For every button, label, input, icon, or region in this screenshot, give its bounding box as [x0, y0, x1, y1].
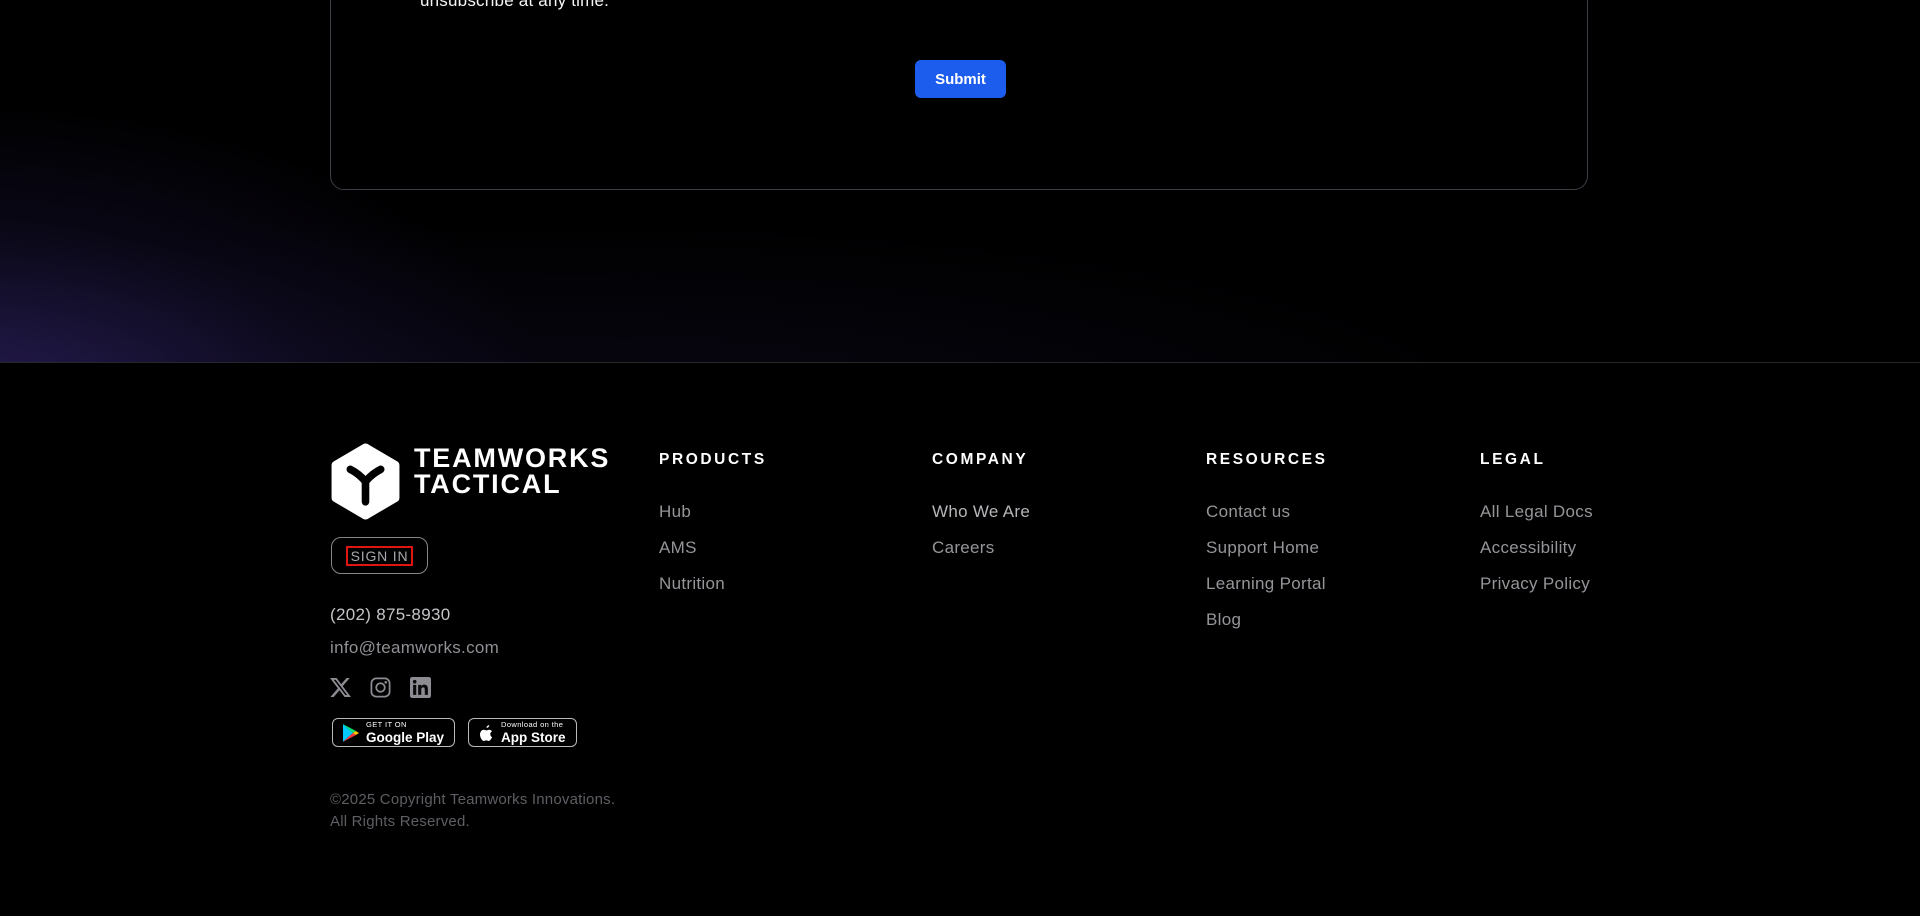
- column-links: Contact us Support Home Learning Portal Blo…: [1206, 503, 1328, 628]
- page: unsubscribe at any time. Submit TEAMWORK…: [0, 0, 1920, 916]
- app-store-badge[interactable]: Download on the App Store: [468, 718, 577, 747]
- submit-button[interactable]: Submit: [915, 60, 1006, 98]
- site-footer: TEAMWORKS TACTICAL SIGN IN (202) 875-893…: [0, 362, 1920, 916]
- sign-in-label: SIGN IN: [345, 545, 414, 566]
- app-store-store-name: App Store: [501, 729, 566, 745]
- google-play-badge[interactable]: GET IT ON Google Play: [332, 718, 456, 747]
- footer-column-resources: RESOURCES Contact us Support Home Learning…: [1206, 451, 1328, 647]
- column-title: COMPANY: [932, 451, 1029, 468]
- column-links: All Legal Docs Accessibility Privacy Polic…: [1480, 503, 1593, 592]
- social-links: [330, 677, 431, 698]
- app-badges: GET IT ON Google Play Download on the Ap…: [332, 718, 577, 747]
- column-title: PRODUCTS: [659, 451, 767, 468]
- brand-line-1: TEAMWORKS: [414, 443, 611, 473]
- newsletter-disclaimer: unsubscribe at any time.: [420, 0, 610, 10]
- column-links: Hub AMS Nutrition: [659, 503, 767, 592]
- linkedin-icon[interactable]: [410, 677, 431, 698]
- footer-link-contact-us[interactable]: Contact us: [1206, 503, 1328, 520]
- sign-in-button[interactable]: SIGN IN: [331, 537, 428, 574]
- apple-icon: [480, 724, 493, 741]
- teamworks-hexagon-icon: [331, 443, 400, 520]
- google-play-tagline: GET IT ON: [366, 720, 407, 729]
- brand-name: TEAMWORKS TACTICAL: [414, 443, 611, 499]
- google-play-store-name: Google Play: [366, 729, 445, 745]
- phone-number[interactable]: (202) 875-8930: [330, 605, 450, 625]
- footer-column-legal: LEGAL All Legal Docs Accessibility Privacy…: [1480, 451, 1593, 611]
- x-icon[interactable]: [330, 677, 351, 698]
- column-title: RESOURCES: [1206, 451, 1328, 468]
- copyright: ©2025 Copyright Teamworks Innovations. A…: [330, 789, 615, 833]
- google-play-icon: [343, 723, 359, 742]
- footer-link-nutrition[interactable]: Nutrition: [659, 575, 767, 592]
- footer-link-careers[interactable]: Careers: [932, 539, 1030, 556]
- copyright-line-2: All Rights Reserved.: [330, 813, 470, 830]
- footer-link-ams[interactable]: AMS: [659, 539, 767, 556]
- footer-link-hub[interactable]: Hub: [659, 503, 767, 520]
- footer-link-privacy-policy[interactable]: Privacy Policy: [1480, 575, 1593, 592]
- column-title: LEGAL: [1480, 451, 1546, 468]
- email-address[interactable]: info@teamworks.com: [330, 638, 499, 658]
- footer-link-learning-portal[interactable]: Learning Portal: [1206, 575, 1328, 592]
- column-links: Who We Are Careers: [932, 503, 1030, 556]
- instagram-icon[interactable]: [370, 677, 391, 698]
- brand-logo[interactable]: TEAMWORKS TACTICAL: [330, 443, 608, 520]
- footer-link-all-legal-docs[interactable]: All Legal Docs: [1480, 503, 1593, 520]
- footer-link-blog[interactable]: Blog: [1206, 611, 1328, 628]
- footer-column-products: PRODUCTS Hub AMS Nutrition: [659, 451, 767, 611]
- footer-column-company: COMPANY Who We Are Careers: [932, 451, 1030, 575]
- copyright-line-1: ©2025 Copyright Teamworks Innovations.: [330, 791, 616, 808]
- app-store-tagline: Download on the: [501, 720, 564, 729]
- footer-link-support-home[interactable]: Support Home: [1206, 539, 1328, 556]
- footer-link-accessibility[interactable]: Accessibility: [1480, 539, 1593, 556]
- brand-line-2: TACTICAL: [414, 469, 562, 499]
- footer-link-who-we-are[interactable]: Who We Are: [932, 503, 1030, 520]
